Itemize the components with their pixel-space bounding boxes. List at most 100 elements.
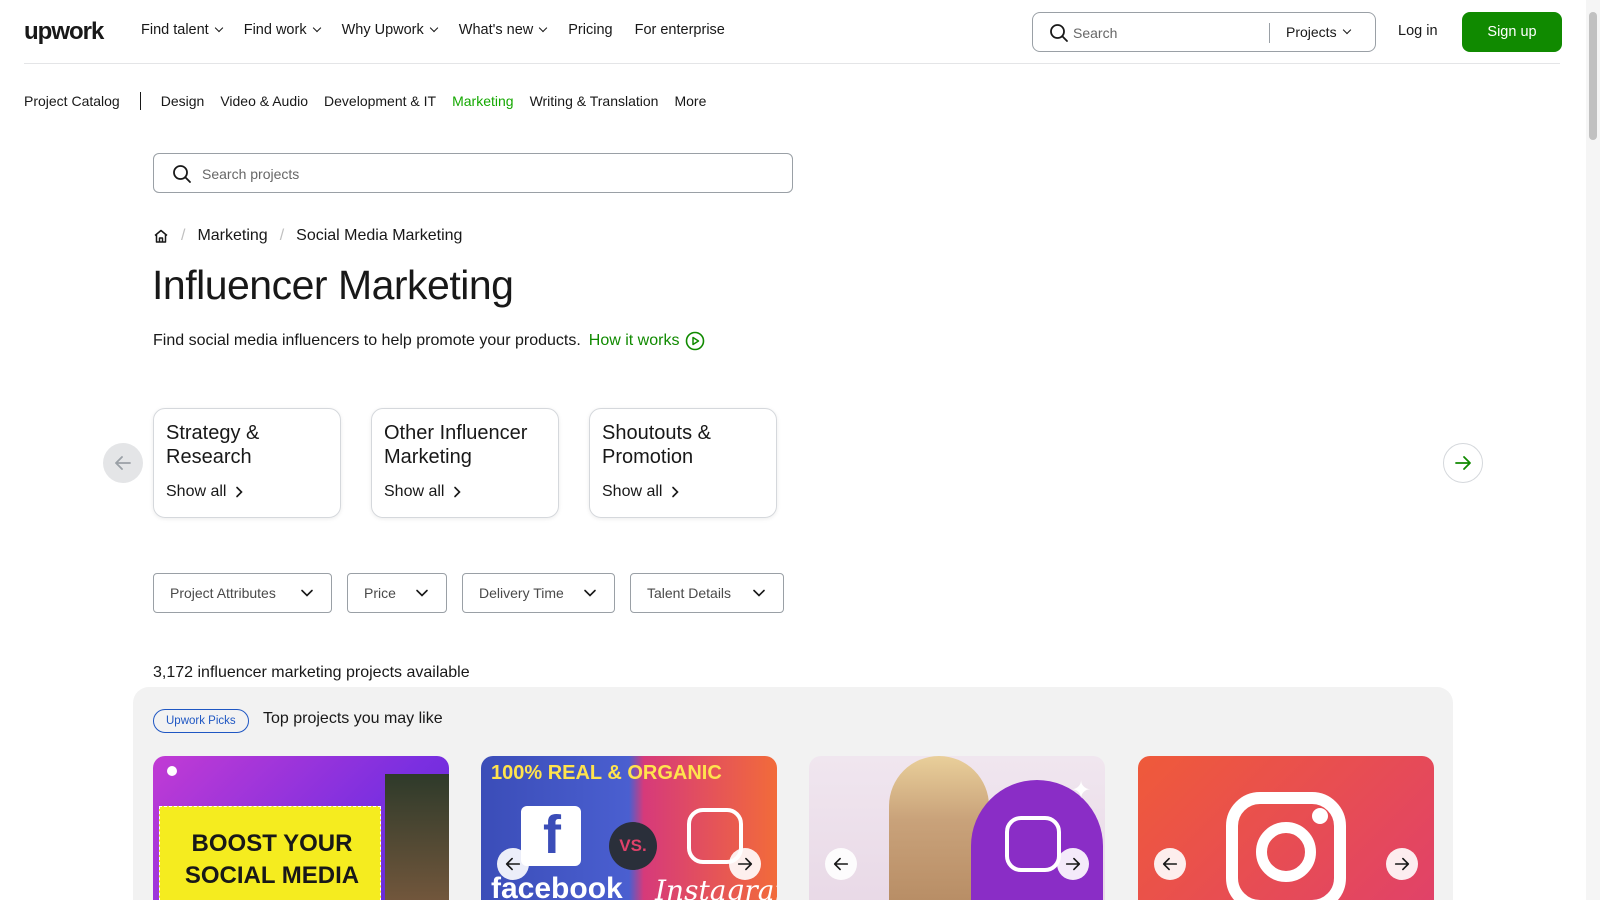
card-next-button[interactable]	[1057, 848, 1089, 880]
project-search[interactable]: Search projects	[153, 153, 793, 193]
picks-title: Top projects you may like	[263, 710, 443, 727]
category-development-it[interactable]: Development & IT	[324, 93, 436, 109]
filter-label: Price	[364, 585, 396, 601]
project-card-image[interactable]: BOOST YOUR SOCIAL MEDIA	[153, 756, 449, 900]
vs-badge: VS.	[609, 822, 657, 870]
show-all-link[interactable]: Show all	[384, 483, 464, 501]
subcategory-card[interactable]: Shoutouts & Promotion Show all	[589, 408, 777, 518]
search-icon	[1050, 24, 1068, 42]
subcategory-card[interactable]: Strategy & Research Show all	[153, 408, 341, 518]
arrow-right-icon	[1394, 857, 1410, 871]
filter-project-attributes[interactable]: Project Attributes	[153, 573, 332, 613]
nav-label: Find work	[243, 22, 307, 38]
catnav-divider	[139, 92, 141, 110]
search-icon	[173, 165, 191, 183]
nav-label: For enterprise	[634, 22, 725, 38]
subcategory-card[interactable]: Other Influencer Marketing Show all	[371, 408, 559, 518]
subcategory-name: Shoutouts & Promotion	[602, 422, 711, 468]
carousel-prev-button[interactable]	[103, 443, 143, 483]
card-prev-button[interactable]	[1154, 848, 1186, 880]
upwork-picks-badge: Upwork Picks	[153, 709, 249, 733]
search-divider	[1269, 23, 1270, 43]
search-scope-label: Projects	[1286, 24, 1337, 40]
chevron-right-icon	[236, 486, 244, 498]
play-circle-icon	[686, 331, 705, 351]
breadcrumb-separator: /	[279, 227, 285, 244]
how-it-works-link[interactable]: How it works	[589, 331, 706, 351]
subtitle-text: Find social media influencers to help pr…	[153, 332, 581, 349]
main-nav: Find talent Find work Why Upwork What's …	[141, 22, 747, 38]
upwork-picks-panel: Upwork Picks Top projects you may like B…	[133, 687, 1453, 900]
arrow-left-icon	[1162, 857, 1178, 871]
project-search-input[interactable]: Search projects	[202, 166, 299, 182]
card-prev-button[interactable]	[497, 848, 529, 880]
upwork-logo[interactable]: upwork	[24, 18, 104, 46]
filter-bar: Project Attributes Price Delivery Time T…	[153, 573, 784, 613]
chevron-right-icon	[672, 486, 680, 498]
subcategory-name: Other Influencer Marketing	[384, 422, 528, 468]
subcategory-name: Strategy & Research	[166, 422, 260, 468]
page-title: Influencer Marketing	[152, 262, 514, 308]
arrow-left-icon	[115, 456, 131, 470]
nav-why-upwork[interactable]: Why Upwork	[342, 22, 439, 38]
project-card-image[interactable]: 100% REAL & ORGANIC f VS. facebook Insta…	[481, 756, 777, 900]
scrollbar-thumb[interactable]	[1589, 12, 1597, 140]
nav-for-enterprise[interactable]: For enterprise	[635, 22, 725, 38]
filter-talent-details[interactable]: Talent Details	[630, 573, 784, 613]
category-design[interactable]: Design	[161, 93, 205, 109]
card-image-text: BOOST YOUR SOCIAL MEDIA	[184, 830, 360, 889]
nav-label: Find talent	[141, 22, 209, 38]
search-scope-dropdown[interactable]: Projects	[1286, 24, 1351, 40]
person-photo	[385, 774, 449, 900]
how-it-works-label: How it works	[588, 332, 680, 349]
show-all-label: Show all	[384, 483, 445, 500]
filter-delivery-time[interactable]: Delivery Time	[462, 573, 615, 613]
card-next-button[interactable]	[729, 848, 761, 880]
breadcrumb: / Marketing / Social Media Marketing	[153, 227, 462, 245]
chevron-down-icon	[416, 589, 428, 597]
project-card-image[interactable]	[1138, 756, 1434, 900]
show-all-label: Show all	[602, 483, 663, 500]
chevron-down-icon	[1342, 25, 1351, 35]
category-more[interactable]: More	[674, 93, 706, 109]
nav-pricing[interactable]: Pricing	[568, 22, 612, 38]
nav-find-work[interactable]: Find work	[243, 22, 321, 38]
filter-price[interactable]: Price	[347, 573, 447, 613]
category-video-audio[interactable]: Video & Audio	[220, 93, 308, 109]
carousel-next-button[interactable]	[1443, 443, 1483, 483]
filter-label: Talent Details	[647, 585, 732, 601]
breadcrumb-social-media-marketing[interactable]: Social Media Marketing	[296, 227, 462, 245]
show-all-link[interactable]: Show all	[602, 483, 682, 501]
facebook-f-glyph: f	[543, 805, 561, 865]
nav-whats-new[interactable]: What's new	[459, 22, 548, 38]
arrow-right-icon	[1065, 857, 1081, 871]
category-nav: Project Catalog Design Video & Audio Dev…	[24, 92, 722, 110]
signup-button[interactable]: Sign up	[1462, 12, 1562, 52]
category-writing-translation[interactable]: Writing & Translation	[530, 93, 659, 109]
breadcrumb-marketing[interactable]: Marketing	[197, 227, 267, 245]
page-scrollbar[interactable]	[1586, 0, 1600, 900]
chevron-right-icon	[454, 486, 462, 498]
subcategory-carousel: Strategy & Research Show all Other Influ…	[153, 408, 777, 518]
show-all-link[interactable]: Show all	[166, 483, 246, 501]
card-image-text: 100% REAL & ORGANIC	[491, 762, 722, 784]
project-card-image[interactable]: ✦	[809, 756, 1105, 900]
breadcrumb-separator: /	[181, 227, 186, 244]
home-icon[interactable]	[153, 228, 169, 244]
category-marketing[interactable]: Marketing	[452, 93, 513, 109]
chevron-down-icon	[214, 23, 223, 33]
arrow-right-icon	[1455, 456, 1471, 470]
instagram-wordmark: Instagram	[655, 874, 777, 900]
arrow-left-icon	[505, 857, 521, 871]
results-count: 3,172 influencer marketing projects avai…	[153, 664, 470, 681]
project-catalog-link[interactable]: Project Catalog	[24, 93, 120, 109]
card-prev-button[interactable]	[825, 848, 857, 880]
login-link[interactable]: Log in	[1398, 23, 1438, 39]
card-next-button[interactable]	[1386, 848, 1418, 880]
header-search-input[interactable]: Search	[1073, 25, 1117, 41]
decorative-dot	[167, 766, 177, 776]
header-search[interactable]: Search Projects	[1032, 12, 1376, 52]
nav-find-talent[interactable]: Find talent	[141, 22, 223, 38]
chevron-down-icon	[753, 589, 765, 597]
instagram-logo	[1005, 816, 1061, 872]
